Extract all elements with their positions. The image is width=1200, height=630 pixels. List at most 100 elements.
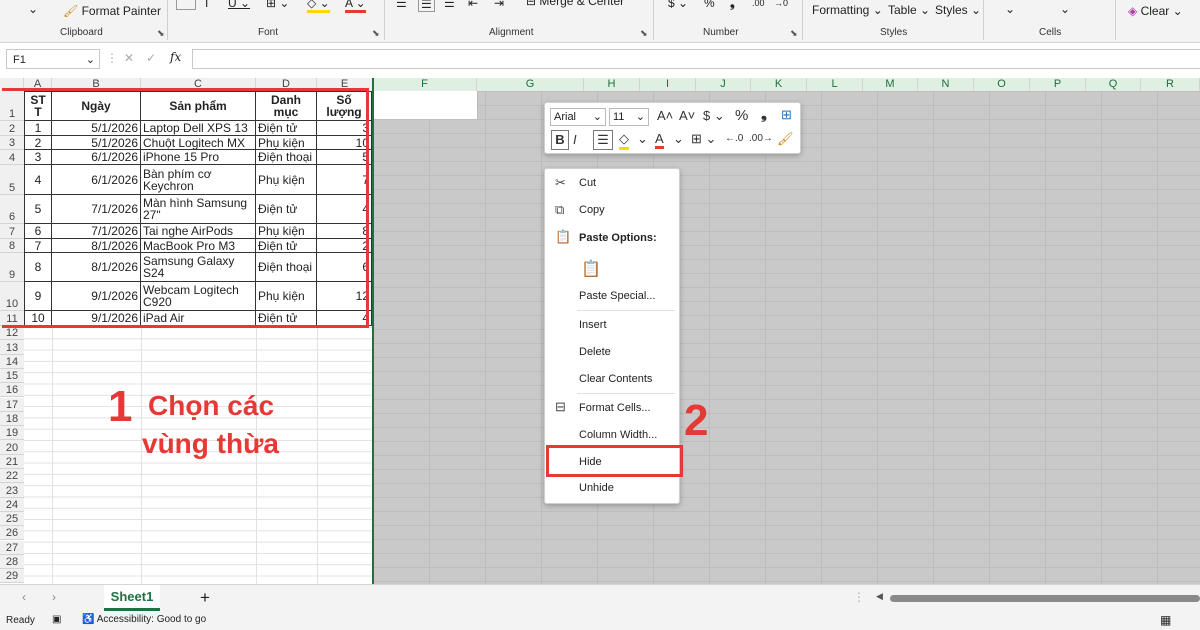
clear-button[interactable]: ◈ Clear ⌄ [1128,4,1183,18]
row-header[interactable]: 15 [0,368,24,384]
conditional-formatting-button[interactable]: Formatting ⌄ [812,3,883,17]
row-header[interactable]: 28 [0,554,24,570]
row-header[interactable]: 25 [0,511,24,527]
add-sheet-button[interactable]: + [200,588,210,608]
formula-input[interactable] [192,49,1200,69]
format-painter-button[interactable]: 🖌 Format Painter [63,4,161,18]
scroll-left-icon[interactable]: ◀ [876,591,883,602]
scroll-left-icon[interactable]: ‹ [22,590,26,604]
row-header[interactable]: 20 [0,440,24,455]
percent-icon[interactable]: % [704,0,715,10]
decrease-decimal-icon[interactable]: .00→ [749,133,773,144]
column-header[interactable]: N [918,78,974,91]
normal-view-icon[interactable]: ▦ [1160,613,1171,627]
decrease-indent-icon[interactable]: ⇤ [468,0,478,10]
number-launcher-icon[interactable]: ⬊ [790,28,798,39]
column-header[interactable]: M [863,78,918,91]
format-as-table-button[interactable]: Table ⌄ [888,3,930,17]
column-header[interactable]: F [373,78,477,91]
delete-cells-dropdown-icon[interactable]: ⌄ [1060,2,1070,16]
column-header[interactable]: G [477,78,584,91]
italic-icon[interactable]: I [573,132,577,147]
menu-item-insert[interactable]: Insert [579,319,607,331]
paste-icon[interactable]: 📋 [581,259,601,279]
increase-font-icon[interactable]: A˄ [657,108,673,123]
selected-range-area[interactable] [373,91,1200,584]
menu-item-copy[interactable]: Copy [579,204,605,216]
menu-item-paste-special[interactable]: Paste Special... [579,290,655,302]
font-name-dropdown[interactable]: Arial ⌄ [550,108,606,126]
decrease-decimal-icon[interactable]: →0 [774,0,788,8]
font-size-dropdown[interactable]: 11 ⌄ [609,108,649,126]
percent-icon[interactable]: % [735,107,748,124]
fx-icon[interactable]: fx [170,50,181,64]
row-header[interactable]: 23 [0,483,24,498]
cell-styles-button[interactable]: Styles ⌄ [935,3,981,17]
increase-decimal-icon[interactable]: .00 [752,0,765,8]
enter-icon[interactable]: ✓ [146,51,156,65]
column-header[interactable]: R [1141,78,1200,91]
menu-item-column-width[interactable]: Column Width... [579,429,657,441]
font-color-icon[interactable]: A ⌄ [345,0,366,13]
italic-icon[interactable]: I [205,0,208,10]
format-table-icon[interactable]: ⊞ [781,107,792,123]
merge-center-button[interactable]: ⊟ Merge & Center [526,0,624,8]
brush-icon[interactable]: 🖌 [777,131,794,147]
column-header[interactable]: J [696,78,751,91]
borders-icon[interactable]: ⊞ ⌄ [691,131,716,147]
column-header[interactable]: P [1030,78,1086,91]
fill-color-icon[interactable]: ◇ [619,131,629,150]
scroll-right-icon[interactable]: › [52,590,56,604]
align-center-icon[interactable]: ☰ [593,130,613,150]
decrease-font-icon[interactable]: A˅ [679,108,695,123]
alignment-launcher-icon[interactable]: ⬊ [640,28,648,39]
font-launcher-icon[interactable]: ⬊ [372,28,380,39]
active-cell-f1[interactable] [373,91,478,119]
row-header[interactable]: 12 [0,326,24,341]
bold-button[interactable] [176,0,196,10]
clipboard-launcher-icon[interactable]: ⬊ [157,28,165,39]
menu-item-clear-contents[interactable]: Clear Contents [579,373,652,385]
row-header[interactable]: 19 [0,426,24,441]
increase-decimal-icon[interactable]: ←.0 [725,133,743,144]
comma-style-icon[interactable]: ❟ [730,0,735,11]
chevron-down-icon[interactable]: ⌄ [673,131,684,147]
accessibility-status[interactable]: ♿ Accessibility: Good to go [82,614,206,625]
paste-dropdown-icon[interactable]: ⌄ [28,2,38,16]
name-box[interactable]: F1 ⌄ [6,49,100,69]
cancel-icon[interactable]: ✕ [124,51,134,65]
row-header[interactable]: 14 [0,354,24,369]
row-header[interactable]: 29 [0,569,24,584]
comma-style-icon[interactable]: ❟ [761,106,767,123]
fill-color-icon[interactable]: ◇ ⌄ [307,0,330,13]
align-left-icon[interactable]: ☰ [396,0,407,10]
row-header[interactable]: 21 [0,454,24,469]
align-right-icon[interactable]: ☰ [444,0,455,10]
menu-item-unhide[interactable]: Unhide [579,482,614,494]
macro-icon[interactable]: ▣ [52,614,61,625]
column-header[interactable]: O [974,78,1030,91]
column-header[interactable]: Q [1086,78,1141,91]
column-header[interactable]: L [807,78,863,91]
column-header[interactable]: I [640,78,696,91]
insert-cells-dropdown-icon[interactable]: ⌄ [1005,2,1015,16]
currency-icon[interactable]: $ ⌄ [668,0,688,10]
row-header[interactable]: 27 [0,540,24,555]
row-header[interactable]: 13 [0,340,24,355]
currency-icon[interactable]: $ ⌄ [703,108,725,124]
row-header[interactable]: 26 [0,526,24,541]
row-header[interactable]: 16 [0,383,24,398]
borders-icon[interactable]: ⊞ ⌄ [266,0,289,10]
column-header[interactable]: H [584,78,640,91]
chevron-down-icon[interactable]: ⌄ [637,131,648,147]
menu-item-cut[interactable]: Cut [579,177,596,189]
menu-item-delete[interactable]: Delete [579,346,611,358]
row-header[interactable]: 18 [0,411,24,427]
bold-icon[interactable]: B [551,130,569,150]
underline-icon[interactable]: U ⌄ [228,0,250,10]
horizontal-scrollbar[interactable] [890,595,1200,602]
sheet-tab-sheet1[interactable]: Sheet1 [104,585,160,611]
align-center-icon[interactable]: ☰ [418,0,435,12]
increase-indent-icon[interactable]: ⇥ [494,0,504,10]
menu-item-format-cells[interactable]: Format Cells... [579,402,651,414]
